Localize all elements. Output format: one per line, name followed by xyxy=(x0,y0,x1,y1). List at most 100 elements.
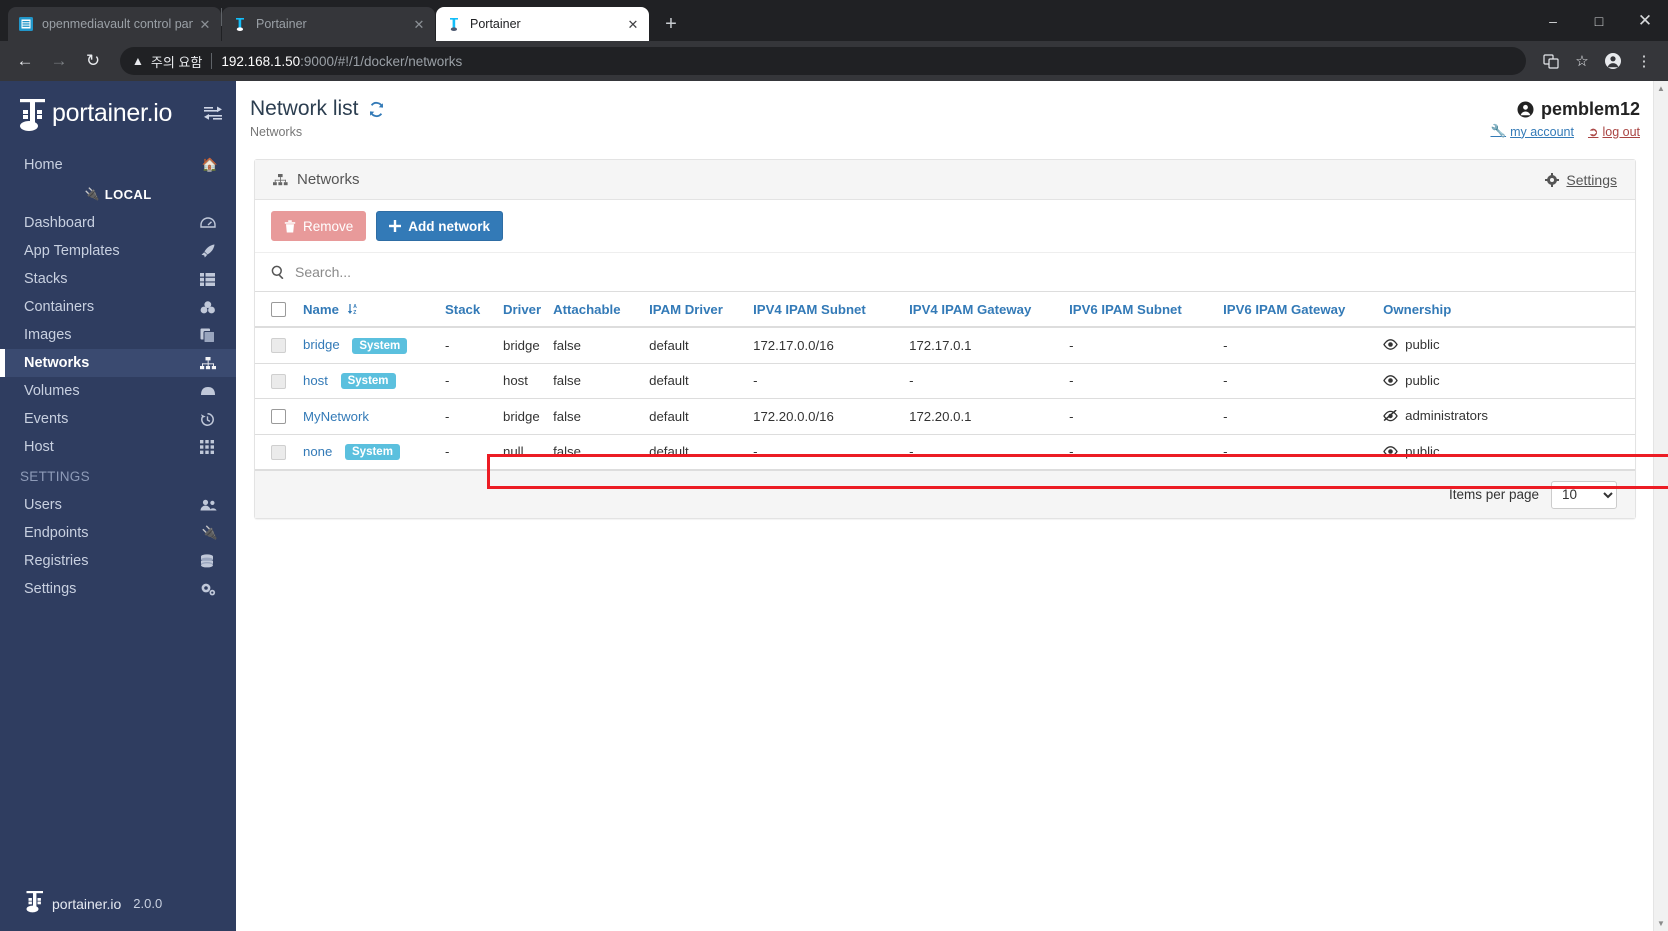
row-name-cell: MyNetwork xyxy=(297,398,439,435)
network-name-link[interactable]: host xyxy=(303,373,328,388)
table-row[interactable]: none System - null false default - - - - xyxy=(255,434,1635,471)
sidebar-item-volumes[interactable]: Volumes xyxy=(0,377,236,405)
column-header-ipv6-subnet[interactable]: IPV6 IPAM Subnet xyxy=(1063,292,1218,329)
close-icon[interactable]: ✕ xyxy=(197,16,213,32)
my-account-link[interactable]: 🔧 my account xyxy=(1490,124,1574,139)
sidebar-item-app-templates[interactable]: App Templates xyxy=(0,237,236,265)
table-head: Name AZ Stack Driver Attachable IPAM Dri… xyxy=(255,292,1635,329)
network-name-link[interactable]: MyNetwork xyxy=(303,409,369,424)
sidebar-item-networks[interactable]: Networks xyxy=(0,349,236,377)
sidebar-item-dashboard[interactable]: Dashboard xyxy=(0,209,236,237)
panel-title: Networks xyxy=(297,171,360,188)
network-name-link[interactable]: none xyxy=(303,444,332,459)
row-checkbox[interactable] xyxy=(271,409,286,425)
row-attachable: false xyxy=(547,327,644,364)
my-account-label: my account xyxy=(1510,124,1574,139)
row-ownership-cell: public xyxy=(1377,327,1635,364)
row-ipv6-subnet: - xyxy=(1063,434,1218,471)
list-icon xyxy=(200,272,220,286)
column-header-stack[interactable]: Stack xyxy=(439,292,497,329)
logout-link[interactable]: ➲ log out xyxy=(1587,124,1640,140)
row-attachable: false xyxy=(547,363,644,400)
select-all-checkbox[interactable] xyxy=(271,302,286,318)
column-header-ipv4-subnet[interactable]: IPV4 IPAM Subnet xyxy=(747,292,904,329)
row-checkbox[interactable] xyxy=(271,338,286,354)
translate-icon[interactable] xyxy=(1537,47,1565,75)
add-network-button[interactable]: Add network xyxy=(376,211,504,241)
ownership-badge: public xyxy=(1383,337,1440,352)
minimize-button[interactable]: – xyxy=(1530,0,1576,41)
tab-title: Portainer xyxy=(470,17,521,31)
row-ipv6-subnet: - xyxy=(1063,327,1218,364)
row-ipv4-subnet: - xyxy=(747,434,904,471)
ownership-label: public xyxy=(1405,372,1440,388)
collapse-sidebar-icon[interactable] xyxy=(204,106,222,121)
sidebar-settings-header: SETTINGS xyxy=(20,468,90,484)
browser-tab-portainer-2-active[interactable]: Portainer ✕ xyxy=(436,7,649,41)
window-controls: – □ ✕ xyxy=(1530,0,1668,41)
column-header-attachable[interactable]: Attachable xyxy=(547,292,644,329)
column-header-driver[interactable]: Driver xyxy=(497,292,548,329)
items-per-page-select[interactable]: 10 25 50 100 xyxy=(1551,480,1617,509)
remove-button[interactable]: Remove xyxy=(271,211,367,241)
ownership-badge: administrators xyxy=(1383,408,1488,423)
forward-button[interactable]: → xyxy=(44,46,74,76)
window-close-button[interactable]: ✕ xyxy=(1622,0,1668,41)
row-checkbox[interactable] xyxy=(271,373,286,389)
star-icon[interactable]: ☆ xyxy=(1568,47,1596,75)
sidebar-item-containers[interactable]: Containers xyxy=(0,293,236,321)
scroll-down-icon[interactable]: ▼ xyxy=(1654,916,1668,931)
address-bar: ← → ↻ ▲ 주의 요함 192.168.1.50:9000/#!/1/doc… xyxy=(0,41,1668,81)
close-icon[interactable]: ✕ xyxy=(411,16,427,32)
select-all-header xyxy=(255,292,297,329)
sidebar-brand[interactable]: portainer.io xyxy=(0,81,236,146)
page-scrollbar[interactable]: ▲ ▼ xyxy=(1653,81,1668,931)
panel-toolbar: Remove Add network xyxy=(255,200,1635,253)
panel-settings-link[interactable]: Settings xyxy=(1545,172,1617,188)
network-name-link[interactable]: bridge xyxy=(303,337,340,352)
sidebar-item-users[interactable]: Users xyxy=(0,491,236,519)
row-stack: - xyxy=(439,398,497,435)
refresh-icon[interactable] xyxy=(368,101,385,118)
sidebar-item-registries[interactable]: Registries xyxy=(0,547,236,575)
browser-tab-openmediavault[interactable]: openmediavault control panel - ✕ xyxy=(8,7,221,41)
sidebar-item-images[interactable]: Images xyxy=(0,321,236,349)
pagination-bar: Items per page 10 25 50 100 xyxy=(255,470,1635,519)
row-checkbox[interactable] xyxy=(271,444,286,460)
column-header-name[interactable]: Name AZ xyxy=(297,292,439,329)
sidebar-item-settings[interactable]: Settings xyxy=(0,575,236,603)
url-input[interactable]: ▲ 주의 요함 192.168.1.50:9000/#!/1/docker/ne… xyxy=(120,47,1526,75)
sidebar-item-events[interactable]: Events xyxy=(0,405,236,433)
sidebar-item-endpoints[interactable]: Endpoints 🔌 xyxy=(0,519,236,547)
networks-table: Name AZ Stack Driver Attachable IPAM Dri… xyxy=(255,292,1635,471)
table-row[interactable]: MyNetwork - bridge false default 172.20.… xyxy=(255,398,1635,435)
ownership-label: public xyxy=(1405,443,1440,459)
sidebar-item-host[interactable]: Host xyxy=(0,433,236,461)
table-row[interactable]: bridge System - bridge false default 172… xyxy=(255,327,1635,364)
search-input[interactable] xyxy=(295,264,1619,280)
sidebar-item-home[interactable]: Home 🏠 xyxy=(0,151,236,179)
column-header-ownership[interactable]: Ownership xyxy=(1377,292,1635,329)
scroll-up-icon[interactable]: ▲ xyxy=(1654,81,1668,96)
sort-az-icon: AZ xyxy=(347,303,359,315)
sidebar-brand-label: portainer.io xyxy=(52,99,173,127)
sidebar-nav: Home 🏠 🔌 LOCAL Dashboard App Templates S… xyxy=(0,146,236,603)
items-per-page-label: Items per page xyxy=(1448,487,1539,503)
reload-button[interactable]: ↻ xyxy=(78,46,108,76)
maximize-button[interactable]: □ xyxy=(1576,0,1622,41)
profile-icon[interactable] xyxy=(1599,47,1627,75)
sidebar-endpoint-label: LOCAL xyxy=(104,186,152,202)
table-row[interactable]: host System - host false default - - - - xyxy=(255,363,1635,400)
back-button[interactable]: ← xyxy=(10,46,40,76)
column-header-ipv4-gateway[interactable]: IPV4 IPAM Gateway xyxy=(903,292,1064,329)
kebab-menu-icon[interactable]: ⋮ xyxy=(1630,47,1658,75)
new-tab-button[interactable]: + xyxy=(657,10,685,38)
sidebar-item-stacks[interactable]: Stacks xyxy=(0,265,236,293)
column-header-ipv6-gateway[interactable]: IPV6 IPAM Gateway xyxy=(1217,292,1378,329)
browser-tab-portainer-1[interactable]: Portainer ✕ xyxy=(222,7,435,41)
column-header-label: Name xyxy=(303,301,339,317)
row-ipam-driver: default xyxy=(643,363,748,400)
logout-icon: ➲ xyxy=(1587,125,1599,139)
column-header-ipam-driver[interactable]: IPAM Driver xyxy=(643,292,748,329)
close-icon[interactable]: ✕ xyxy=(625,16,641,32)
